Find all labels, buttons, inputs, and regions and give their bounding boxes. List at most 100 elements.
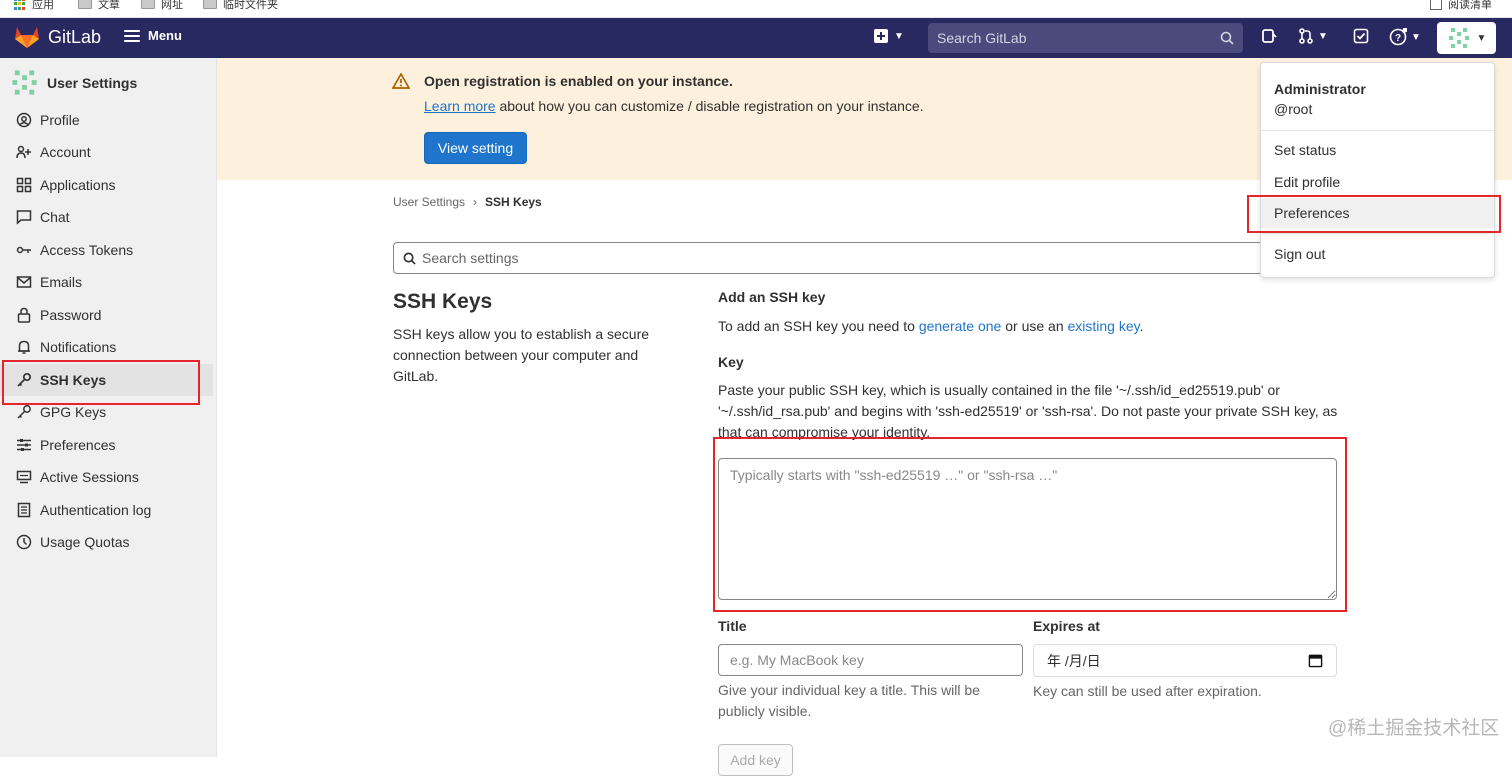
existing-key-link[interactable]: existing key	[1068, 318, 1140, 334]
account-icon	[16, 144, 32, 160]
sign-out-item[interactable]: Sign out	[1261, 239, 1494, 269]
breadcrumb-parent[interactable]: User Settings	[393, 195, 465, 209]
sidebar-item-applications[interactable]: Applications	[0, 169, 213, 201]
breadcrumb-separator: ›	[473, 195, 478, 209]
menu-button[interactable]: Menu	[124, 28, 182, 43]
sidebar-item-label: Authentication log	[40, 502, 152, 518]
generate-one-link[interactable]: generate one	[919, 318, 1002, 334]
bookmark-folder[interactable]: 临时文件夹	[203, 0, 278, 12]
highlight-box-key	[713, 437, 1347, 612]
expires-date-input[interactable]: 年 /月/日	[1033, 644, 1337, 677]
desc-text: .	[1139, 318, 1144, 334]
folder-icon	[141, 0, 155, 9]
dropdown-username[interactable]: @root	[1274, 101, 1312, 117]
search-icon	[1220, 31, 1234, 45]
sidebar-item-active-sessions[interactable]: Active Sessions	[0, 461, 213, 493]
search-icon	[403, 252, 416, 265]
learn-more-link[interactable]: Learn more	[424, 98, 496, 114]
reading-list[interactable]: 阅读清单	[1430, 0, 1492, 12]
merge-request-icon	[1299, 28, 1313, 44]
add-ssh-key-description: To add an SSH key you need to generate o…	[718, 318, 1144, 334]
mail-icon	[16, 274, 32, 290]
issues-button[interactable]	[1261, 28, 1277, 44]
chevron-down-icon: ▼	[894, 30, 904, 42]
sidebar-item-label: GPG Keys	[40, 404, 107, 420]
sidebar-item-label: Chat	[40, 209, 70, 225]
bookmark-label: 网址	[161, 0, 183, 11]
token-icon	[16, 242, 32, 258]
applications-icon	[16, 177, 32, 193]
sidebar-header[interactable]: User Settings	[10, 68, 137, 97]
divider	[1261, 130, 1494, 131]
settings-sidebar: User Settings Profile Account Applicatio…	[0, 58, 217, 757]
title-label: Title	[718, 618, 747, 634]
sidebar-item-notifications[interactable]: Notifications	[0, 331, 213, 363]
expires-value: 年 /月/日	[1047, 652, 1101, 669]
sidebar-item-authentication-log[interactable]: Authentication log	[0, 494, 213, 526]
preferences-icon	[16, 437, 32, 453]
svg-text:?: ?	[1395, 33, 1401, 44]
settings-search[interactable]	[393, 242, 1293, 274]
sidebar-item-label: Password	[40, 307, 102, 323]
key-icon	[16, 404, 32, 420]
todos-button[interactable]	[1353, 28, 1369, 44]
gitlab-home-link[interactable]: GitLab	[14, 25, 101, 49]
sidebar-item-usage-quotas[interactable]: Usage Quotas	[0, 526, 213, 558]
highlight-box-preferences	[1247, 195, 1501, 233]
sidebar-item-emails[interactable]: Emails	[0, 266, 213, 298]
calendar-icon[interactable]	[1308, 653, 1323, 668]
sidebar-item-access-tokens[interactable]: Access Tokens	[0, 234, 213, 266]
expires-help-text: Key can still be used after expiration.	[1033, 683, 1262, 699]
help-icon: ?	[1389, 28, 1407, 46]
user-menu-button[interactable]: ▼	[1437, 22, 1496, 54]
sidebar-item-profile[interactable]: Profile	[0, 104, 213, 136]
sidebar-item-account[interactable]: Account	[0, 136, 213, 168]
sidebar-item-label: Usage Quotas	[40, 534, 130, 550]
set-status-item[interactable]: Set status	[1261, 135, 1494, 165]
bookmark-apps[interactable]: 应用	[14, 0, 54, 12]
menu-label: Menu	[148, 28, 182, 43]
plus-square-icon	[874, 29, 888, 43]
add-ssh-key-heading: Add an SSH key	[718, 289, 826, 305]
help-button[interactable]: ? ▼	[1389, 28, 1421, 46]
key-label: Key	[718, 354, 744, 370]
sidebar-title: User Settings	[47, 74, 138, 91]
profile-icon	[16, 112, 32, 128]
sidebar-item-label: Emails	[40, 274, 83, 290]
alert-body: Learn more about how you can customize /…	[424, 98, 924, 114]
sidebar-item-label: Preferences	[40, 437, 116, 453]
watermark: @稀土掘金技术社区	[1328, 718, 1500, 739]
sidebar-item-label: Active Sessions	[40, 469, 139, 485]
apps-grid-icon	[14, 0, 26, 10]
alert-body-text: about how you can customize / disable re…	[495, 98, 924, 114]
search-input[interactable]	[937, 30, 1207, 46]
chevron-down-icon: ▼	[1411, 31, 1421, 43]
folder-icon	[78, 0, 92, 9]
merge-requests-button[interactable]: ▼	[1298, 28, 1328, 44]
lock-icon	[16, 307, 32, 323]
highlight-box-ssh-keys	[2, 360, 200, 405]
folder-icon	[203, 0, 217, 9]
settings-search-input[interactable]	[422, 250, 1222, 266]
monitor-icon	[16, 469, 32, 485]
sidebar-item-label: Applications	[40, 177, 116, 193]
breadcrumb-current[interactable]: SSH Keys	[485, 195, 542, 209]
title-input[interactable]	[718, 644, 1023, 676]
bookmark-folder[interactable]: 文章	[78, 0, 120, 12]
view-setting-button[interactable]: View setting	[424, 132, 527, 164]
title-help-text: Give your individual key a title. This w…	[718, 682, 980, 719]
sidebar-item-password[interactable]: Password	[0, 299, 213, 331]
global-search[interactable]	[928, 23, 1243, 53]
bookmark-label: 临时文件夹	[223, 0, 278, 11]
sidebar-item-preferences[interactable]: Preferences	[0, 429, 213, 461]
add-key-button[interactable]: Add key	[718, 744, 793, 776]
edit-profile-item[interactable]: Edit profile	[1261, 167, 1494, 197]
sidebar-item-label: Profile	[40, 112, 80, 128]
sidebar-item-chat[interactable]: Chat	[0, 201, 213, 233]
dropdown-user-name[interactable]: Administrator	[1274, 81, 1366, 97]
bookmark-folder[interactable]: 网址	[141, 0, 183, 12]
sidebar-item-label: Notifications	[40, 339, 117, 355]
bell-icon	[16, 339, 32, 355]
new-dropdown-button[interactable]: ▼	[874, 29, 904, 43]
desc-text: or use an	[1001, 318, 1068, 334]
